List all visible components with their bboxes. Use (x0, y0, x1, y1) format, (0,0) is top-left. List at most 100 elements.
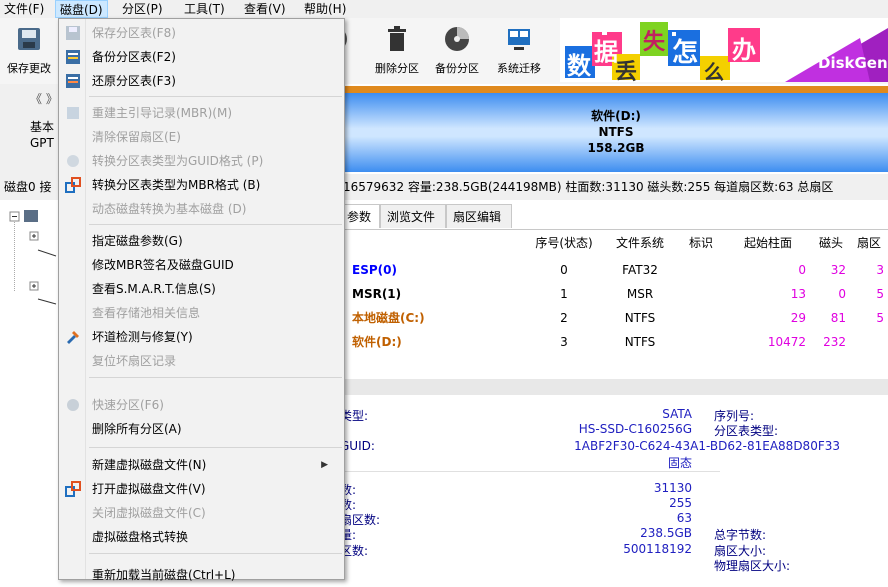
system-migrate-button[interactable]: 系统迁移 (490, 20, 548, 82)
tab-browse-files[interactable]: 浏览文件 (380, 204, 446, 228)
menu-convert-to-mbr[interactable]: 转换分区表类型为MBR格式 (B) (59, 173, 342, 197)
banner-brand: DiskGenius (818, 54, 888, 72)
col-header-index[interactable]: 序号(状态) (526, 230, 603, 256)
col-header-name[interactable] (340, 230, 527, 256)
col-header-fs[interactable]: 文件系统 (602, 230, 679, 256)
menu-label: 修改MBR签名及磁盘GUID (92, 258, 234, 272)
menu-save-partition-table[interactable]: 保存分区表(F8) (59, 21, 342, 45)
disk-details: 类型: SATA 序列号: HS-SSD-C160256G 分区表类型: GUI… (340, 395, 888, 574)
menu-label: 删除所有分区(A) (92, 422, 182, 436)
menu-label: 清除保留扇区(E) (92, 130, 181, 144)
partition-block-d[interactable]: 软件(D:) NTFS 158.2GB (344, 86, 888, 172)
disk-style-label: GPT (30, 136, 54, 150)
row-index: 2 (560, 311, 568, 325)
menu-view[interactable]: 查看(V) (240, 0, 290, 18)
disk-menu-dropdown: 保存分区表(F8) 备份分区表(F2) 还原分区表(F3) 重建主引导记录(MB… (58, 18, 345, 582)
menu-close-virtual-disk[interactable]: 关闭虚拟磁盘文件(C) (59, 501, 342, 525)
menu-disk[interactable]: 磁盘(D) (55, 0, 108, 18)
table-backup-icon (66, 50, 80, 64)
menu-reload-disk[interactable]: 重新加载当前磁盘(Ctrl+L) (59, 563, 342, 587)
menu-label: 查看存储池相关信息 (92, 306, 201, 320)
menu-separator (89, 224, 342, 225)
menu-restore-partition-table[interactable]: 还原分区表(F3) (59, 69, 342, 93)
partition-table: 序号(状态) 文件系统 标识 起始柱面 磁头 扇区 ESP(0) 0 FAT32… (340, 229, 888, 380)
menu-label: 重新加载当前磁盘(Ctrl+L) (92, 568, 236, 582)
backup-partition-button[interactable]: 备份分区 (428, 20, 486, 82)
nav-arrows-icon[interactable]: 《 》 (30, 90, 58, 107)
panel-splitter[interactable] (340, 379, 888, 395)
menu-tools[interactable]: 工具(T) (180, 0, 229, 18)
system-migrate-label: 系统迁移 (497, 62, 541, 75)
row-cylinder: 13 (790, 287, 806, 301)
menu-quick-partition[interactable]: 快速分区(F6) (59, 393, 342, 417)
backup-partition-label: 备份分区 (435, 62, 479, 75)
menu-bad-sector-check[interactable]: 坏道检测与修复(Y) (59, 325, 342, 349)
col-header-cylinder[interactable]: 起始柱面 (724, 230, 813, 256)
row-head: 232 (823, 335, 846, 349)
menu-view-smart[interactable]: 查看S.M.A.R.T.信息(S) (59, 277, 342, 301)
menu-specify-disk-params[interactable]: 指定磁盘参数(G) (59, 229, 342, 253)
menu-label: 新建虚拟磁盘文件(N) (92, 458, 207, 472)
detail-total-bytes-label: 总字节数: (714, 528, 767, 542)
detail-cap-value: 238.5GB (640, 526, 692, 540)
row-fs: MSR (626, 287, 654, 301)
detail-tabs: 参数 浏览文件 扇区编辑 (340, 204, 888, 228)
menu-new-virtual-disk[interactable]: 新建虚拟磁盘文件(N) ▶ (59, 453, 342, 477)
detail-guid-value: 1ABF2F30-C624-43A1-BD62-81EA88D80F33 (574, 439, 840, 453)
menu-label: 重建主引导记录(MBR)(M) (92, 106, 233, 120)
menu-file[interactable]: 文件(F) (0, 0, 48, 18)
row-index: 0 (560, 263, 568, 277)
tab-sector-edit[interactable]: 扇区编辑 (446, 204, 512, 228)
menu-modify-mbr-signature[interactable]: 修改MBR签名及磁盘GUID (59, 253, 342, 277)
row-cylinder: 29 (790, 311, 806, 325)
menu-label: 查看S.M.A.R.T.信息(S) (92, 282, 216, 296)
menu-convert-virtual-disk[interactable]: 虚拟磁盘格式转换 (59, 525, 342, 549)
menu-label: 保存分区表(F8) (92, 26, 176, 40)
partition-fs: NTFS (598, 125, 634, 139)
menu-convert-to-guid[interactable]: 转换分区表类型为GUID格式 (P) (59, 149, 342, 173)
menu-backup-partition-table[interactable]: 备份分区表(F2) (59, 45, 342, 69)
row-name: ESP(0) (352, 263, 397, 277)
banner-char-4: 失 (643, 30, 666, 55)
row-name: 软件(D:) (352, 335, 402, 349)
table-row[interactable]: ESP(0) 0 FAT32 0 32 3 (340, 258, 888, 282)
menu-bar: 文件(F) 磁盘(D) 分区(P) 工具(T) 查看(V) 帮助(H) (0, 0, 888, 18)
menu-help[interactable]: 帮助(H) (300, 0, 350, 18)
ad-banner[interactable]: 数 据 丢 失 怎 么 办 DiskGenius (560, 18, 888, 82)
menu-rebuild-mbr[interactable]: 重建主引导记录(MBR)(M) (59, 101, 342, 125)
menu-view-storage-pool[interactable]: 查看存储池相关信息 (59, 301, 342, 325)
menu-clear-reserved-sectors[interactable]: 清除保留扇区(E) (59, 125, 342, 149)
wrench-icon (67, 331, 79, 344)
col-header-flag[interactable]: 标识 (678, 230, 725, 256)
detail-phys-sector-label: 物理扇区大小: (714, 559, 791, 573)
menu-delete-all-partitions[interactable]: 删除所有分区(A) (59, 417, 342, 441)
table-row[interactable]: MSR(1) 1 MSR 13 0 5 (340, 282, 888, 306)
menu-dynamic-to-basic[interactable]: 动态磁盘转换为基本磁盘 (D) (59, 197, 342, 221)
menu-label: 打开虚拟磁盘文件(V) (92, 482, 206, 496)
delete-partition-label: 删除分区 (375, 62, 419, 75)
menu-partition[interactable]: 分区(P) (118, 0, 167, 18)
delete-partition-button[interactable]: 删除分区 (368, 20, 426, 82)
table-row[interactable]: 软件(D:) 3 NTFS 10472 232 (340, 330, 888, 354)
row-cylinder: 10472 (767, 335, 806, 349)
menu-reset-bad-sectors[interactable]: 复位坏扇区记录 (59, 349, 342, 373)
migrate-icon (508, 29, 530, 50)
banner-char-1: 数 (567, 52, 591, 80)
detail-iface-value: SATA (662, 407, 692, 421)
row-sector: 3 (876, 263, 884, 277)
col-header-sector[interactable]: 扇区 (850, 230, 888, 256)
table-row[interactable]: 本地磁盘(C:) 2 NTFS 29 81 5 (340, 306, 888, 330)
menu-open-virtual-disk[interactable]: 打开虚拟磁盘文件(V) (59, 477, 342, 501)
row-sector: 5 (876, 287, 884, 301)
menu-label: 快速分区(F6) (92, 398, 164, 412)
row-fs: NTFS (624, 335, 656, 349)
tab-parameters[interactable]: 参数 (340, 204, 380, 228)
menu-label: 备份分区表(F2) (92, 50, 176, 64)
col-header-head[interactable]: 磁头 (812, 230, 851, 256)
row-fs: NTFS (624, 311, 656, 325)
row-fs: FAT32 (622, 263, 658, 277)
row-sector (850, 330, 888, 354)
save-changes-button[interactable]: 保存更改 (0, 20, 58, 82)
detail-sectors-value: 500118192 (623, 542, 692, 556)
menu-label: 关闭虚拟磁盘文件(C) (92, 506, 206, 520)
